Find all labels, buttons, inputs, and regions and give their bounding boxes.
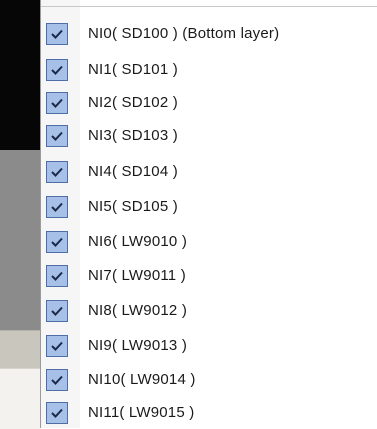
menu-item-label: NI4( SD104 ) — [88, 163, 178, 180]
menu-item-label: NI2( SD102 ) — [88, 94, 178, 111]
menu-item-label: NI9( LW9013 ) — [88, 337, 188, 354]
menu-item-ni10[interactable]: NI10( LW9014 ) — [41, 366, 377, 395]
menu-item-ni3[interactable]: NI3( SD103 ) — [41, 122, 377, 151]
menu-item-ni7[interactable]: NI7( LW9011 ) — [41, 262, 377, 291]
background-dark-panel — [0, 0, 40, 150]
checkbox-checked-icon[interactable] — [46, 23, 68, 45]
menu-item-label: NI5( SD105 ) — [88, 198, 178, 215]
menu-item-label: NI7( LW9011 ) — [88, 267, 186, 284]
menu-top-separator — [41, 6, 377, 7]
background-lower-panel — [0, 368, 40, 429]
menu-item-ni2[interactable]: NI2( SD102 ) — [41, 89, 377, 118]
checkbox-checked-icon[interactable] — [46, 59, 68, 81]
checkbox-checked-icon[interactable] — [46, 196, 68, 218]
menu-item-ni1[interactable]: NI1( SD101 ) — [41, 56, 377, 85]
layer-visibility-menu: NI0( SD100 ) (Bottom layer) NI1( SD101 )… — [40, 0, 377, 428]
background-tab-strip — [0, 330, 40, 369]
checkbox-checked-icon[interactable] — [46, 402, 68, 424]
background-gray-panel — [0, 150, 40, 330]
menu-item-label: NI1( SD101 ) — [88, 61, 178, 78]
checkbox-checked-icon[interactable] — [46, 335, 68, 357]
menu-item-ni0[interactable]: NI0( SD100 ) (Bottom layer) — [41, 20, 377, 49]
menu-item-label: NI8( LW9012 ) — [88, 302, 188, 319]
checkbox-checked-icon[interactable] — [46, 300, 68, 322]
checkbox-checked-icon[interactable] — [46, 231, 68, 253]
menu-item-label: NI3( SD103 ) — [88, 127, 178, 144]
checkbox-checked-icon[interactable] — [46, 265, 68, 287]
menu-item-label: NI11( LW9015 ) — [88, 404, 195, 421]
menu-item-ni8[interactable]: NI8( LW9012 ) — [41, 297, 377, 326]
menu-item-label: NI0( SD100 ) (Bottom layer) — [88, 25, 280, 42]
checkbox-checked-icon[interactable] — [46, 161, 68, 183]
menu-item-ni9[interactable]: NI9( LW9013 ) — [41, 332, 377, 361]
menu-item-label: NI10( LW9014 ) — [88, 371, 196, 388]
menu-item-ni11[interactable]: NI11( LW9015 ) — [41, 399, 377, 428]
menu-item-ni6[interactable]: NI6( LW9010 ) — [41, 228, 377, 257]
checkbox-checked-icon[interactable] — [46, 369, 68, 391]
menu-item-ni5[interactable]: NI5( SD105 ) — [41, 193, 377, 222]
background-app-area — [0, 0, 40, 429]
menu-item-ni4[interactable]: NI4( SD104 ) — [41, 158, 377, 187]
checkbox-checked-icon[interactable] — [46, 92, 68, 114]
checkbox-checked-icon[interactable] — [46, 125, 68, 147]
menu-item-label: NI6( LW9010 ) — [88, 233, 188, 250]
